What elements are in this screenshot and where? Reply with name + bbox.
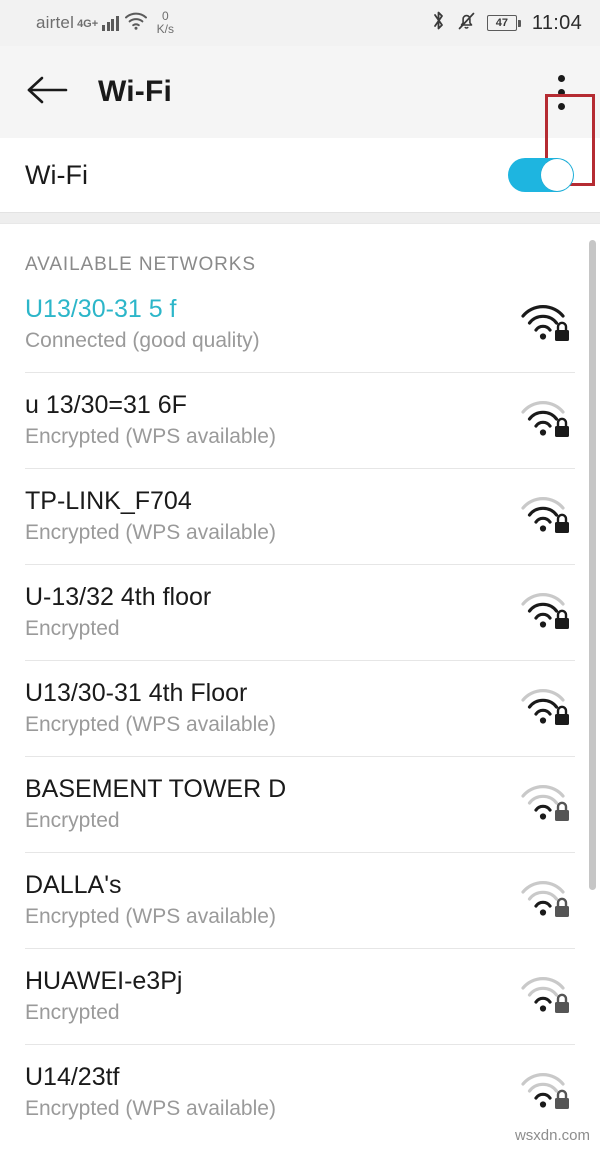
lock-icon — [555, 897, 569, 917]
wifi-signal-icon — [521, 1073, 569, 1109]
network-ssid: U13/30-31 5 f — [25, 295, 177, 324]
wifi-signal-icon — [521, 881, 569, 917]
network-text: U13/30-31 4th Floor Encrypted (WPS availa… — [25, 680, 276, 735]
bluetooth-icon — [431, 10, 446, 36]
lock-icon — [555, 705, 569, 725]
network-row[interactable]: TP-LINK_F704 Encrypted (WPS available) — [0, 468, 600, 564]
network-status: Encrypted — [25, 808, 120, 832]
network-text: HUAWEI-e3Pj Encrypted — [25, 968, 182, 1023]
overflow-menu-button[interactable] — [540, 64, 582, 120]
data-rate-indicator: 0 K/s — [157, 10, 174, 35]
lock-icon — [555, 1089, 569, 1109]
network-row[interactable]: U13/30-31 5 f Connected (good quality) — [0, 276, 600, 372]
network-ssid: BASEMENT TOWER D — [25, 775, 287, 804]
list-scrollbar[interactable] — [589, 240, 596, 890]
network-ssid: U-13/32 4th floor — [25, 583, 212, 612]
network-text: U-13/32 4th floor Encrypted — [25, 584, 211, 639]
network-status: Encrypted (WPS available) — [25, 1096, 276, 1120]
network-list: AVAILABLE NETWORKS U13/30-31 5 f Connecte… — [0, 224, 600, 1142]
wifi-toggle-knob — [541, 159, 573, 191]
overflow-menu-icon — [557, 74, 565, 82]
network-ssid: HUAWEI-e3Pj — [25, 967, 183, 996]
lock-icon — [555, 801, 569, 821]
battery-tip — [517, 19, 521, 27]
network-status: Encrypted — [25, 1000, 120, 1024]
network-row[interactable]: DALLA's Encrypted (WPS available) — [0, 852, 600, 948]
status-bar-left: airtel 4G+ 0 K/s — [36, 10, 174, 35]
network-status: Encrypted — [25, 616, 120, 640]
carrier-label: airtel — [36, 13, 75, 32]
section-divider-band — [0, 212, 600, 224]
status-bar: airtel 4G+ 0 K/s 47 11:04 — [0, 0, 600, 46]
network-row[interactable]: u 13/30=31 6F Encrypted (WPS available) — [0, 372, 600, 468]
lock-icon — [555, 321, 569, 341]
network-status: Encrypted (WPS available) — [25, 904, 276, 928]
network-row[interactable]: U13/30-31 4th Floor Encrypted (WPS availa… — [0, 660, 600, 756]
network-text: DALLA's Encrypted (WPS available) — [25, 872, 276, 927]
back-arrow-icon — [26, 75, 68, 110]
app-bar: Wi-Fi — [0, 46, 600, 186]
wifi-signal-icon — [521, 497, 569, 533]
wifi-icon — [124, 12, 148, 35]
network-status: Encrypted (WPS available) — [25, 520, 276, 544]
network-ssid: TP-LINK_F704 — [25, 487, 192, 516]
network-status: Encrypted (WPS available) — [25, 424, 276, 448]
network-text: TP-LINK_F704 Encrypted (WPS available) — [25, 488, 276, 543]
network-type-label: 4G+ — [77, 18, 99, 31]
overflow-menu-icon-dot3 — [557, 102, 565, 110]
wifi-toggle-row[interactable]: Wi-Fi — [0, 138, 600, 212]
bell-muted-icon — [457, 10, 476, 36]
data-rate-unit: K/s — [156, 22, 175, 36]
wifi-signal-icon — [521, 593, 569, 629]
network-ssid: U14/23tf — [25, 1063, 120, 1092]
network-ssid: u 13/30=31 6F — [25, 391, 187, 420]
overflow-menu-icon-dot2 — [557, 88, 565, 96]
network-status: Encrypted (WPS available) — [25, 712, 276, 736]
network-text: U14/23tf Encrypted (WPS available) — [25, 1064, 276, 1119]
network-row[interactable]: BASEMENT TOWER D Encrypted — [0, 756, 600, 852]
wifi-signal-icon — [521, 689, 569, 725]
network-text: U13/30-31 5 f Connected (good quality) — [25, 296, 260, 351]
wifi-toggle-label: Wi-Fi — [25, 159, 88, 190]
lock-icon — [555, 993, 569, 1013]
wifi-signal-icon — [521, 305, 569, 341]
wifi-signal-icon — [521, 977, 569, 1013]
network-row[interactable]: U14/23tf Encrypted (WPS available) — [0, 1044, 600, 1140]
wifi-toggle-switch[interactable] — [508, 158, 574, 192]
network-ssid: DALLA's — [25, 871, 122, 900]
clock-label: 11:04 — [531, 11, 582, 34]
lock-icon — [555, 609, 569, 629]
watermark-label: wsxdn.com — [514, 1127, 590, 1144]
page-title: Wi-Fi — [98, 75, 173, 108]
battery-percent-label: 47 — [486, 15, 517, 31]
wifi-signal-icon — [521, 401, 569, 437]
network-text: u 13/30=31 6F Encrypted (WPS available) — [25, 392, 276, 447]
network-ssid: U13/30-31 4th Floor — [25, 679, 248, 708]
status-bar-right: 47 11:04 — [431, 10, 582, 36]
wifi-signal-icon — [521, 785, 569, 821]
network-row[interactable]: U-13/32 4th floor Encrypted — [0, 564, 600, 660]
back-button[interactable] — [24, 69, 70, 115]
battery-icon: 47 — [486, 15, 521, 31]
cellular-signal-icon — [102, 15, 119, 31]
network-status: Connected (good quality) — [25, 328, 260, 352]
lock-icon — [555, 513, 569, 533]
section-header-available-networks: AVAILABLE NETWORKS — [25, 254, 256, 275]
network-row[interactable]: HUAWEI-e3Pj Encrypted — [0, 948, 600, 1044]
lock-icon — [555, 417, 569, 437]
network-text: BASEMENT TOWER D Encrypted — [25, 776, 286, 831]
